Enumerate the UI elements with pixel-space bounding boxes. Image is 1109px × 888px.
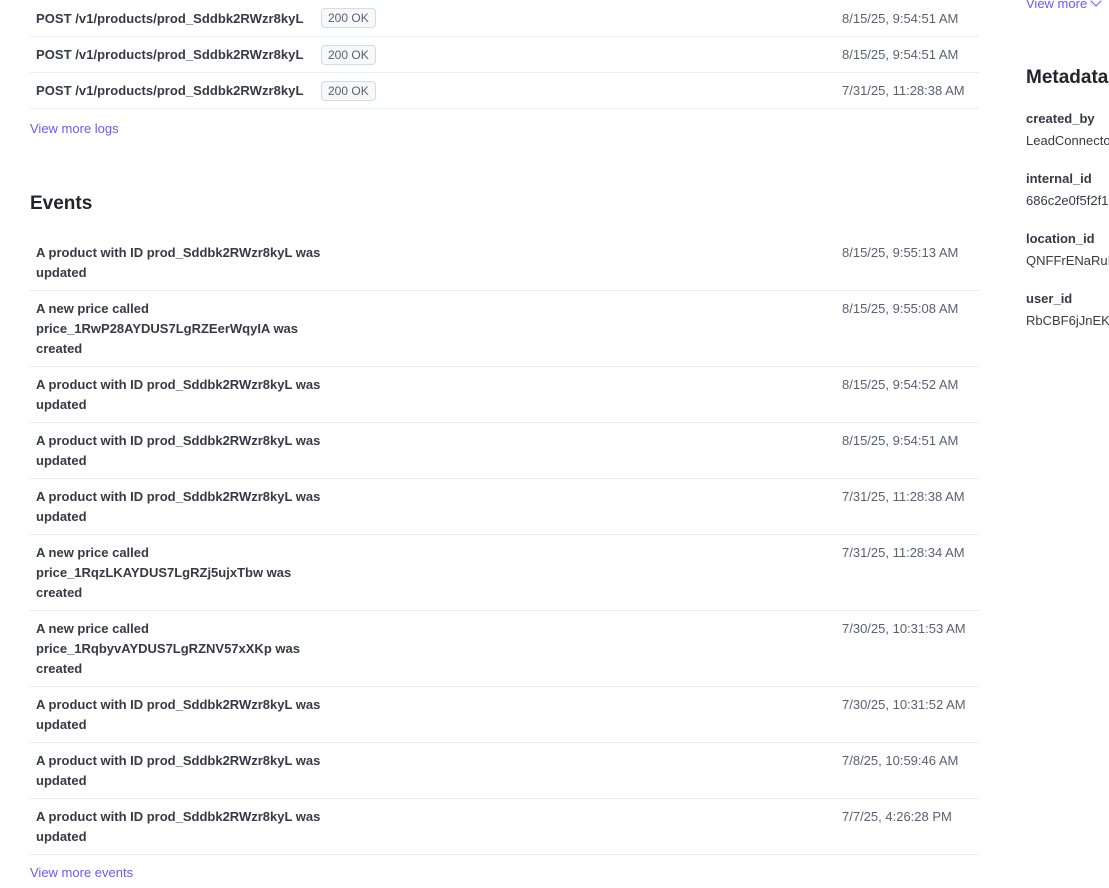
event-time: 8/15/25, 9:55:08 AM (842, 301, 959, 316)
events-heading: Events (30, 193, 93, 214)
event-row[interactable]: A product with ID prod_Sddbk2RWzr8kyL wa… (30, 367, 979, 423)
event-time: 7/30/25, 10:31:53 AM (842, 621, 966, 636)
log-request: POST /v1/products/prod_Sddbk2RWzr8kyL (36, 47, 304, 62)
log-time: 8/15/25, 9:54:51 AM (842, 47, 959, 62)
event-row[interactable]: A product with ID prod_Sddbk2RWzr8kyL wa… (30, 687, 979, 743)
event-description: A product with ID prod_Sddbk2RWzr8kyL wa… (36, 377, 321, 412)
metadata-value: RbCBF6jJnEKi (1026, 313, 1109, 328)
event-time: 8/15/25, 9:54:52 AM (842, 377, 959, 392)
event-description: A product with ID prod_Sddbk2RWzr8kyL wa… (36, 697, 321, 732)
events-list: A product with ID prod_Sddbk2RWzr8kyL wa… (30, 235, 979, 855)
view-more-events-link[interactable]: View more events (30, 865, 133, 880)
event-row[interactable]: A product with ID prod_Sddbk2RWzr8kyL wa… (30, 235, 979, 291)
event-time: 7/30/25, 10:31:52 AM (842, 697, 966, 712)
metadata-key: location_id (1026, 231, 1095, 246)
metadata-value: QNFFrENaRuI (1026, 253, 1109, 268)
logs-list: POST /v1/products/prod_Sddbk2RWzr8kyL 20… (30, 0, 979, 109)
event-description: A new price called price_1RwP28AYDUS7LgR… (36, 301, 299, 356)
log-time: 7/31/25, 11:28:38 AM (842, 83, 965, 98)
status-badge: 200 OK (321, 80, 376, 101)
status-badge: 200 OK (321, 8, 376, 28)
metadata-sidebar: View more Metadata created_by LeadConnec… (1026, 0, 1109, 888)
event-time: 8/15/25, 9:55:13 AM (842, 245, 959, 260)
event-description: A new price called price_1RqbyvAYDUS7LgR… (36, 621, 300, 676)
event-time: 7/8/25, 10:59:46 AM (842, 753, 959, 768)
event-description: A product with ID prod_Sddbk2RWzr8kyL wa… (36, 245, 321, 280)
event-row[interactable]: A product with ID prod_Sddbk2RWzr8kyL wa… (30, 799, 979, 855)
log-row[interactable]: POST /v1/products/prod_Sddbk2RWzr8kyL 20… (30, 73, 979, 109)
event-description: A product with ID prod_Sddbk2RWzr8kyL wa… (36, 809, 321, 844)
event-row[interactable]: A new price called price_1RqzLKAYDUS7LgR… (30, 535, 979, 611)
event-description: A product with ID prod_Sddbk2RWzr8kyL wa… (36, 489, 321, 524)
log-request: POST /v1/products/prod_Sddbk2RWzr8kyL (36, 83, 304, 98)
metadata-key: created_by (1026, 111, 1095, 126)
event-description: A product with ID prod_Sddbk2RWzr8kyL wa… (36, 433, 321, 468)
event-time: 7/31/25, 11:28:34 AM (842, 545, 965, 560)
event-time: 7/7/25, 4:26:28 PM (842, 809, 952, 824)
log-row[interactable]: POST /v1/products/prod_Sddbk2RWzr8kyL 20… (30, 0, 979, 37)
status-badge: 200 OK (321, 44, 376, 65)
event-time: 8/15/25, 9:54:51 AM (842, 433, 959, 448)
event-time: 7/31/25, 11:28:38 AM (842, 489, 965, 504)
event-row[interactable]: A new price called price_1RwP28AYDUS7LgR… (30, 291, 979, 367)
log-request: POST /v1/products/prod_Sddbk2RWzr8kyL (36, 10, 304, 26)
view-more-button[interactable]: View more (1026, 0, 1102, 11)
event-description: A product with ID prod_Sddbk2RWzr8kyL wa… (36, 753, 321, 788)
metadata-key: user_id (1026, 291, 1073, 306)
log-row[interactable]: POST /v1/products/prod_Sddbk2RWzr8kyL 20… (30, 37, 979, 73)
event-description: A new price called price_1RqzLKAYDUS7LgR… (36, 545, 292, 600)
event-row[interactable]: A product with ID prod_Sddbk2RWzr8kyL wa… (30, 743, 979, 799)
event-row[interactable]: A product with ID prod_Sddbk2RWzr8kyL wa… (30, 423, 979, 479)
main-column: POST /v1/products/prod_Sddbk2RWzr8kyL 20… (30, 0, 979, 880)
event-row[interactable]: A new price called price_1RqbyvAYDUS7LgR… (30, 611, 979, 687)
log-time: 8/15/25, 9:54:51 AM (842, 10, 959, 26)
metadata-key: internal_id (1026, 171, 1092, 186)
view-more-label: View more (1026, 0, 1088, 11)
chevron-down-icon (1090, 0, 1102, 7)
metadata-heading: Metadata (1026, 67, 1109, 88)
event-row[interactable]: A product with ID prod_Sddbk2RWzr8kyL wa… (30, 479, 979, 535)
view-more-logs-link[interactable]: View more logs (30, 121, 119, 136)
metadata-value: LeadConnecto (1026, 133, 1109, 148)
metadata-value: 686c2e0f5f2f1 (1026, 193, 1109, 208)
